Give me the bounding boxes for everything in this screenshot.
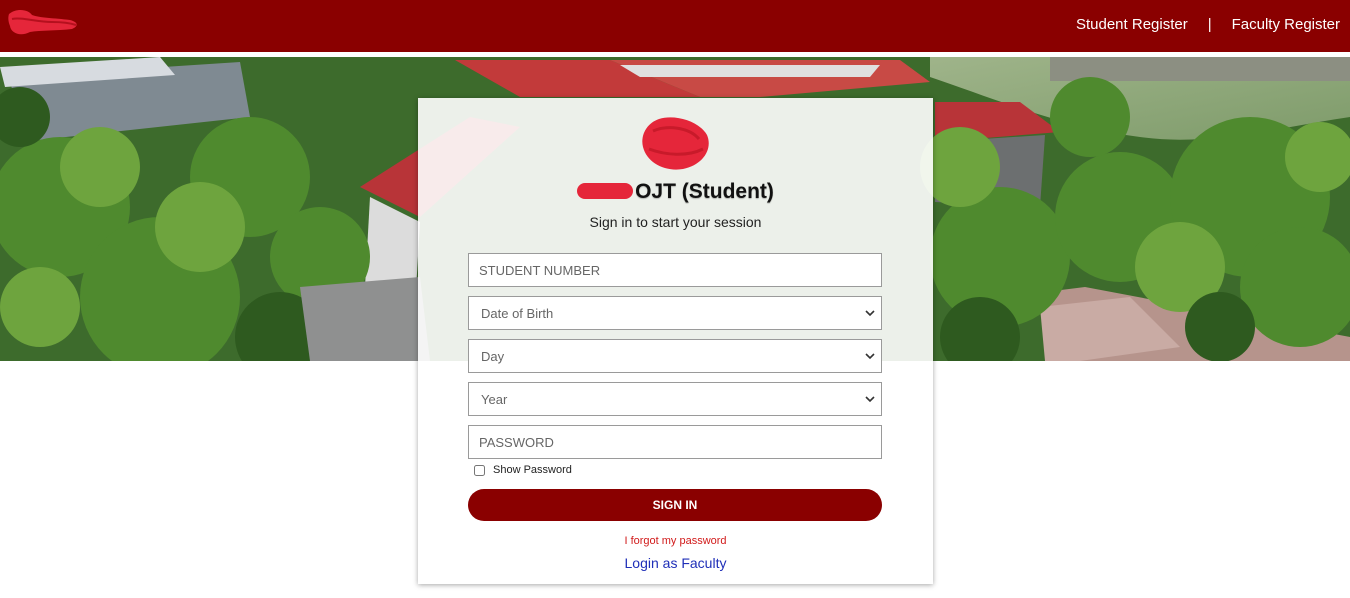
top-navbar: Student Register | Faculty Register (0, 0, 1350, 52)
faculty-login-row: Login as Faculty (418, 555, 933, 571)
login-title: OJT (Student) (418, 180, 933, 204)
login-subtitle: Sign in to start your session (589, 214, 762, 230)
password-input[interactable] (468, 425, 882, 459)
brand-logo[interactable] (6, 6, 80, 40)
birth-day-select-wrap: Day (468, 339, 882, 373)
birth-month-select-wrap: Date of Birth (468, 296, 882, 330)
show-password-label: Show Password (493, 464, 572, 476)
faculty-register-link[interactable]: Faculty Register (1232, 16, 1340, 33)
sign-in-button[interactable]: SIGN IN (468, 489, 882, 521)
redacted-school-name (577, 183, 634, 199)
student-number-input[interactable] (468, 253, 882, 287)
forgot-password-row: I forgot my password (418, 535, 933, 547)
birth-month-select[interactable]: Date of Birth (468, 296, 882, 330)
show-password-checkbox[interactable] (474, 464, 485, 476)
header-nav: Student Register | Faculty Register (1076, 16, 1340, 33)
login-title-text: OJT (Student) (635, 180, 774, 203)
school-seal-logo (642, 117, 709, 170)
login-card: OJT (Student) Sign in to start your sess… (418, 98, 933, 584)
birth-year-select-wrap: Year (468, 382, 882, 416)
student-register-link[interactable]: Student Register (1076, 16, 1188, 33)
nav-separator: | (1207, 16, 1212, 33)
birth-year-select[interactable]: Year (468, 382, 882, 416)
faculty-login-link[interactable]: Login as Faculty (625, 555, 727, 571)
show-password-toggle[interactable]: Show Password (474, 464, 572, 476)
birth-day-select[interactable]: Day (468, 339, 882, 373)
forgot-password-link[interactable]: I forgot my password (624, 535, 726, 547)
